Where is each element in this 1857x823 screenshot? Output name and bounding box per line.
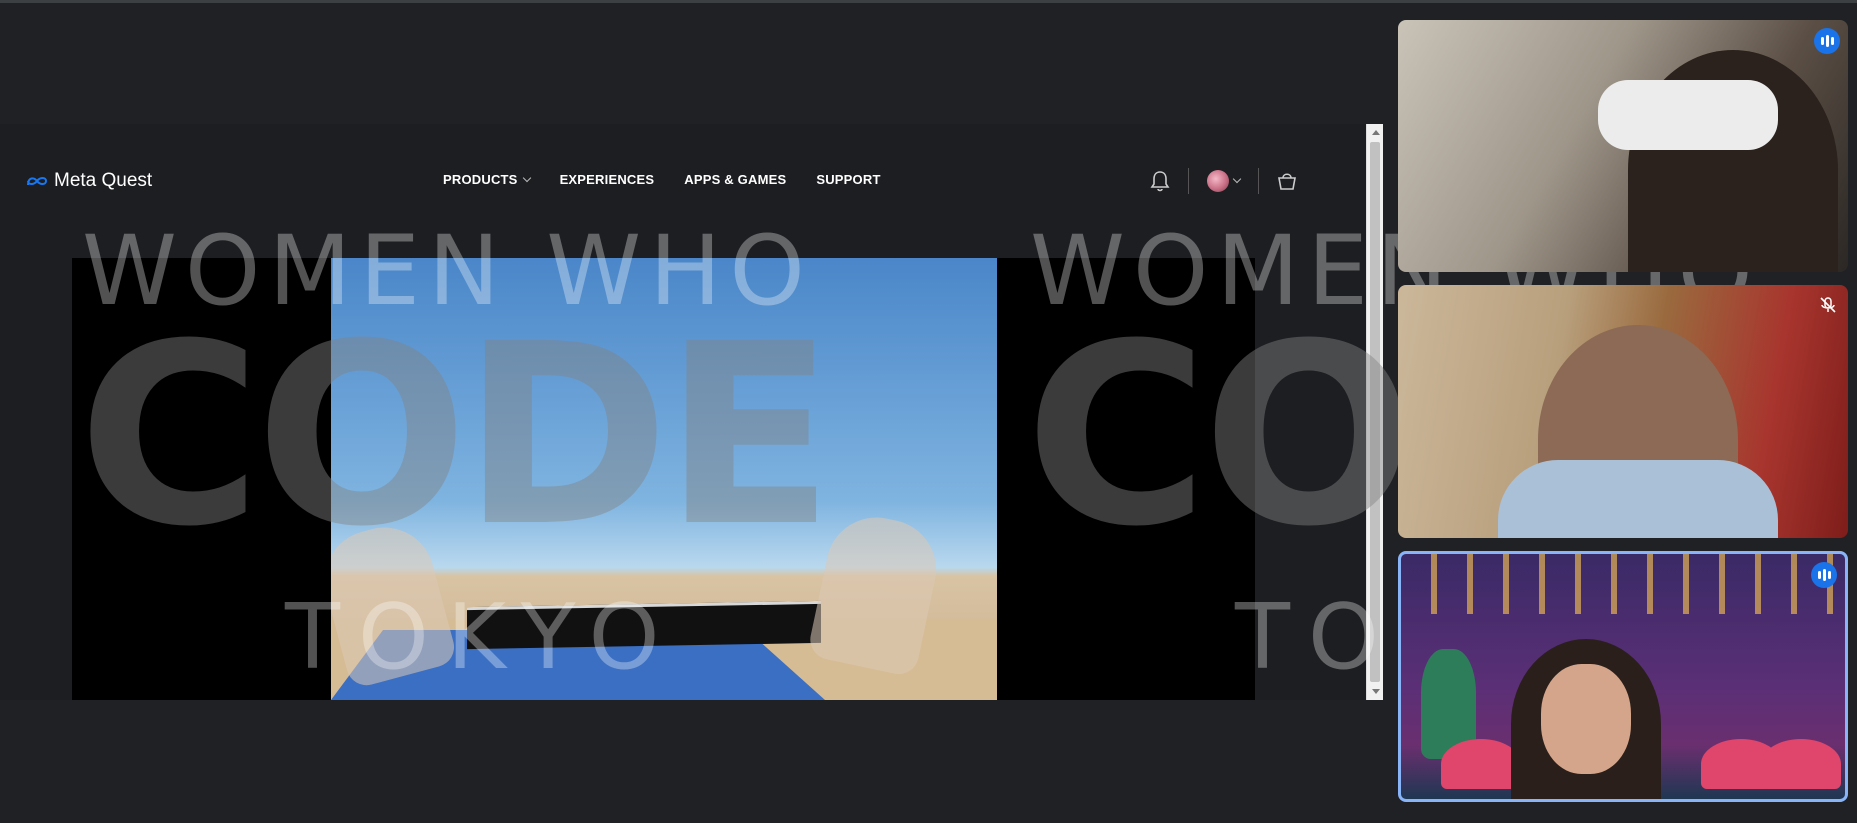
divider — [1258, 168, 1259, 194]
nav-products[interactable]: PRODUCTS — [443, 172, 531, 187]
nav-support[interactable]: SUPPORT — [816, 172, 880, 187]
nav-experiences[interactable]: EXPERIENCES — [560, 172, 655, 187]
participant-tile-active[interactable] — [1398, 551, 1848, 802]
ping-pong-net — [467, 600, 821, 650]
scroll-down-arrow-icon[interactable] — [1372, 689, 1380, 694]
chevron-down-icon — [1232, 174, 1242, 184]
site-header: Meta Quest PRODUCTS EXPERIENCES APPS & G… — [0, 124, 1366, 236]
speaking-icon — [1814, 28, 1840, 54]
vr-scene — [331, 258, 997, 700]
nav-experiences-label: EXPERIENCES — [559, 172, 655, 187]
chevron-down-icon — [522, 173, 531, 182]
brand-name: Meta Quest — [54, 170, 153, 191]
string-lights — [1401, 554, 1845, 614]
meta-quest-logo[interactable]: Meta Quest — [26, 170, 152, 192]
participant-shirt — [1498, 460, 1778, 538]
divider — [1188, 168, 1189, 194]
cart-icon[interactable] — [1277, 172, 1297, 190]
participant-tile[interactable] — [1398, 285, 1848, 538]
avatar — [1207, 170, 1229, 192]
nav-apps-games[interactable]: APPS & GAMES — [684, 172, 786, 187]
main-nav: PRODUCTS EXPERIENCES APPS & GAMES SUPPOR… — [443, 172, 881, 187]
nav-products-label: PRODUCTS — [443, 172, 518, 187]
participant-face — [1541, 664, 1631, 774]
window-top-strip — [0, 0, 1857, 3]
vr-video[interactable] — [72, 258, 1255, 700]
nav-support-label: SUPPORT — [816, 172, 881, 187]
mic-off-icon — [1818, 295, 1838, 315]
account-menu[interactable] — [1207, 170, 1242, 192]
header-actions — [1150, 168, 1297, 194]
scroll-thumb[interactable] — [1370, 142, 1380, 682]
bell-icon[interactable] — [1150, 170, 1170, 192]
nav-apps-games-label: APPS & GAMES — [684, 172, 787, 187]
scroll-up-arrow-icon[interactable] — [1372, 130, 1380, 135]
participant-tile[interactable] — [1398, 20, 1848, 272]
meta-logo-icon — [26, 175, 48, 187]
background-table — [1761, 739, 1841, 789]
shared-screen: Meta Quest PRODUCTS EXPERIENCES APPS & G… — [0, 124, 1383, 700]
vr-headset — [1598, 80, 1778, 150]
scrollbar[interactable] — [1366, 124, 1383, 700]
background-table — [1441, 739, 1521, 789]
left-hand — [331, 516, 459, 690]
speaking-icon — [1811, 562, 1837, 588]
